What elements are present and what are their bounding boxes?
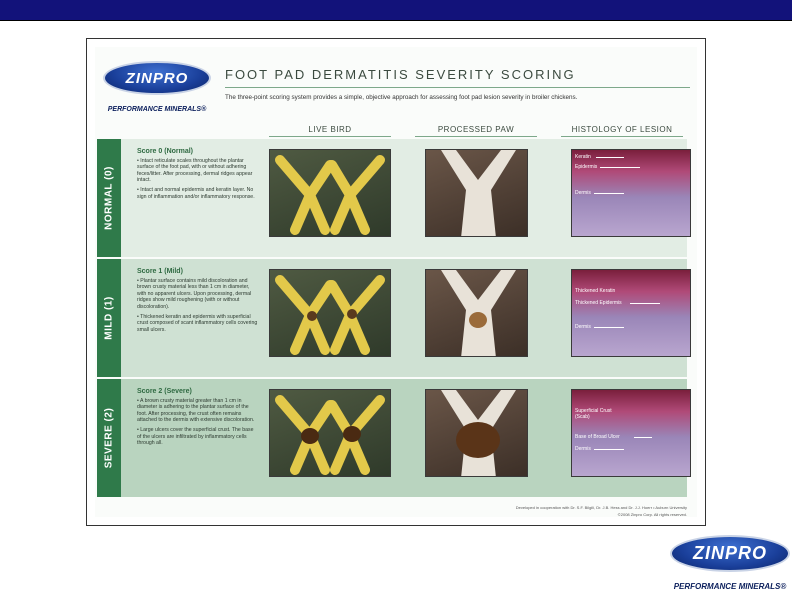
score-heading: Score 1 (Mild)	[137, 268, 183, 275]
score-description: Score 0 (Normal) • Intact reticulate sca…	[137, 148, 259, 203]
row-band-label: MILD (1)	[103, 296, 115, 340]
histology-label: Dermis	[575, 324, 591, 330]
column-header-live-bird: LIVE BIRD	[269, 125, 391, 137]
histology-pointer	[594, 449, 624, 450]
histology-label: Keratin	[575, 154, 591, 160]
live-bird-photo	[269, 389, 391, 477]
live-bird-photo	[269, 149, 391, 237]
paw-illustration	[441, 390, 516, 476]
poster-subtitle: The three-point scoring system provides …	[225, 94, 578, 101]
corner-logo: ZINPRO PERFORMANCE MINERALS®	[670, 535, 790, 591]
score-bullet: • Plantar surface contains mild discolor…	[137, 277, 252, 310]
score-bullet: • Intact and normal epidermis and kerati…	[137, 186, 255, 200]
row-band-normal: NORMAL (0)	[97, 139, 121, 257]
poster-logo-brand: ZINPRO	[125, 69, 189, 87]
poster-copyright: ©2008 Zinpro Corp. All rights reserved.	[617, 512, 687, 517]
score-description: Score 2 (Severe) • A brown crusty materi…	[137, 388, 259, 450]
histology-pointer	[634, 437, 652, 438]
histology-photo: Superficial Crust (Scab) Base of Broad U…	[571, 389, 691, 477]
live-bird-photo	[269, 269, 391, 357]
title-divider	[225, 87, 690, 88]
score-bullet: • Large ulcers cover the superficial cru…	[137, 426, 254, 447]
row-band-mild: MILD (1)	[97, 259, 121, 377]
score-bullet: • A brown crusty material greater than 1…	[137, 397, 255, 424]
histology-photo: Keratin Epidermis Dermis	[571, 149, 691, 237]
score-bullet: • Intact reticulate scales throughout th…	[137, 157, 253, 184]
poster-title: FOOT PAD DERMATITIS SEVERITY SCORING	[225, 67, 576, 82]
poster-logo-oval: ZINPRO	[103, 61, 211, 96]
paw-illustration	[441, 270, 516, 356]
score-row-normal: NORMAL (0) Score 0 (Normal) • Intact ret…	[97, 139, 691, 257]
corner-logo-brand: ZINPRO	[692, 542, 767, 563]
histology-label: Dermis	[575, 190, 591, 196]
bird-feet-illustration	[275, 395, 385, 475]
poster-logo: ZINPRO PERFORMANCE MINERALS®	[103, 61, 211, 113]
histology-photo: Thickened Keratin Thickened Epidermis De…	[571, 269, 691, 357]
score-bullet: • Thickened keratin and epidermis with s…	[137, 313, 258, 333]
processed-paw-photo	[425, 389, 528, 477]
histology-label: Thickened Epidermis	[575, 300, 622, 306]
column-header-processed-paw: PROCESSED PAW	[415, 125, 537, 137]
histology-pointer	[594, 193, 624, 194]
bird-feet-illustration	[275, 155, 385, 235]
corner-logo-oval: ZINPRO	[670, 535, 790, 572]
score-row-severe: SEVERE (2) Score 2 (Severe) • A brown cr…	[97, 379, 691, 497]
row-band-severe: SEVERE (2)	[97, 379, 121, 497]
poster-credit: Developed in cooperation with Dr. S.F. B…	[515, 505, 687, 510]
bird-feet-illustration	[275, 275, 385, 355]
poster-content: ZINPRO PERFORMANCE MINERALS® FOOT PAD DE…	[95, 47, 697, 517]
score-heading: Score 2 (Severe)	[137, 388, 192, 395]
histology-label: Thickened Keratin	[575, 288, 616, 294]
histology-pointer	[600, 167, 640, 168]
top-bar	[0, 0, 792, 21]
row-band-label: SEVERE (2)	[103, 407, 115, 469]
processed-paw-photo	[425, 269, 528, 357]
poster-image: ZINPRO PERFORMANCE MINERALS® FOOT PAD DE…	[86, 38, 706, 526]
column-header-histology: HISTOLOGY OF LESION	[561, 125, 683, 137]
score-description: Score 1 (Mild) • Plantar surface contain…	[137, 268, 259, 336]
score-heading: Score 0 (Normal)	[137, 148, 194, 155]
histology-label: Dermis	[575, 446, 591, 452]
row-band-label: NORMAL (0)	[103, 166, 115, 230]
histology-pointer	[594, 327, 624, 328]
corner-logo-tagline: PERFORMANCE MINERALS®	[673, 582, 787, 591]
score-row-mild: MILD (1) Score 1 (Mild) • Plantar surfac…	[97, 259, 691, 377]
histology-pointer	[630, 303, 660, 304]
paw-illustration	[441, 150, 516, 236]
histology-pointer	[596, 157, 624, 158]
histology-label: Epidermis	[575, 164, 598, 170]
poster-logo-tagline: PERFORMANCE MINERALS®	[107, 106, 207, 113]
processed-paw-photo	[425, 149, 528, 237]
histology-label: Base of Broad Ulcer	[575, 434, 620, 440]
histology-label: Superficial Crust (Scab)	[575, 408, 612, 420]
